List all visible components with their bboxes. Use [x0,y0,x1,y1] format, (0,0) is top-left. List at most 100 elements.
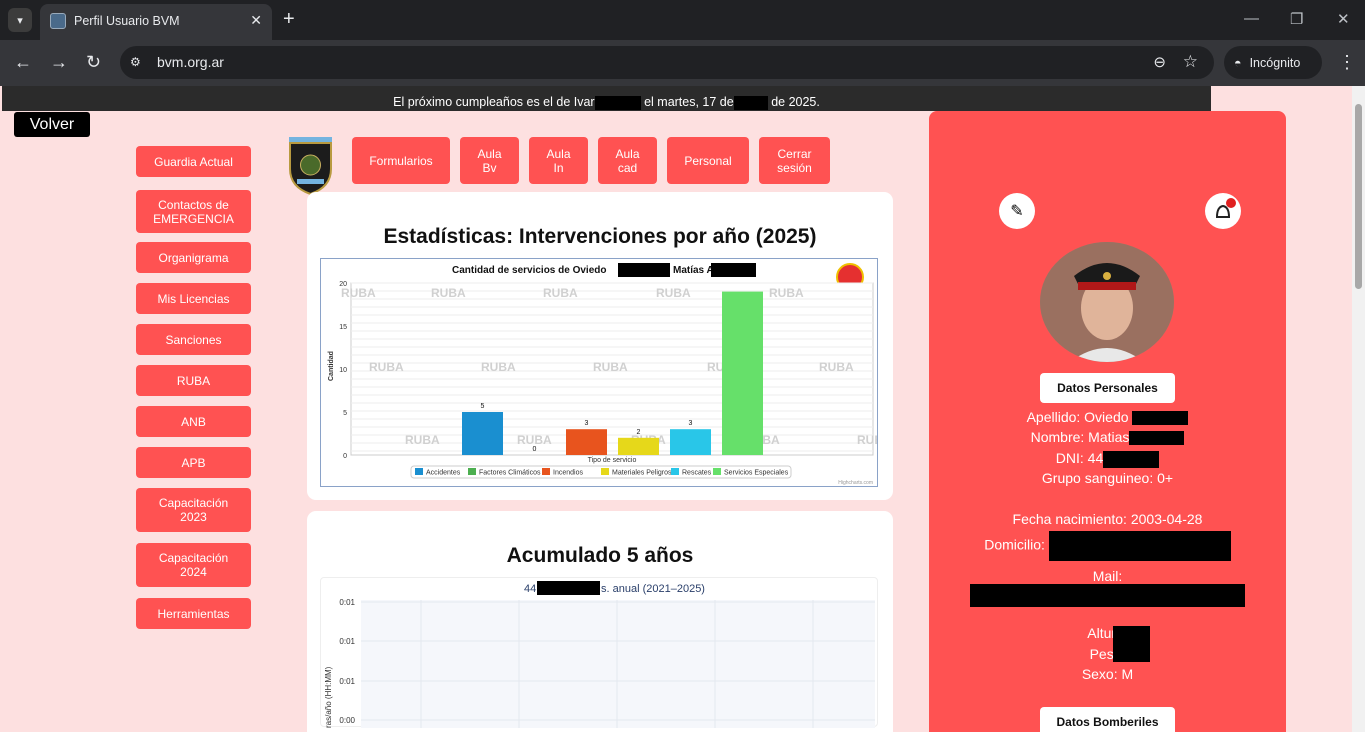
apellido-field: Apellido: Oviedo [929,409,1286,426]
watermark-text: RUBA [593,360,628,374]
address-bar[interactable]: ⚙ bvm.org.ar ⊖ ☆ [120,46,1214,79]
announcement-text-3: de 2025. [771,95,820,109]
redaction [537,581,600,595]
stats-heading: Estadísticas: Intervenciones por año (20… [383,225,817,248]
sidebar-item-anb[interactable]: ANB [136,406,251,437]
watermark-text: RUBA [769,286,804,300]
domicilio-label: Domicilio: [984,536,1045,553]
browser-tab[interactable]: Perfil Usuario BVM ✕ [40,4,272,40]
redaction [1129,431,1185,446]
new-tab-button[interactable]: + [283,8,295,30]
tab-search-button[interactable]: ▾ [8,8,32,32]
chart-title: Cantidad de servicios de Oviedo [452,265,607,276]
legend-swatch [601,468,609,475]
chart-credit: Highcharts.com [838,480,873,486]
redaction [733,95,768,110]
fire-department-shield-logo [289,137,332,195]
chart-bar [618,437,659,455]
y-tick-label: 0:01 [339,637,355,646]
announcement-text-1: El próximo cumpleaños es el de Ivar [393,95,595,109]
scrollbar-thumb[interactable] [1355,104,1362,289]
legend-label: Materiales Peligrosos [612,470,679,477]
fecha-nacimiento-field: Fecha nacimiento: 2003-04-28 [1012,511,1203,527]
close-window-icon[interactable]: ✕ [1337,10,1350,28]
watermark-text: RUBA [543,286,578,300]
minimize-icon[interactable]: — [1244,10,1259,27]
sidebar-item-capacitacion-2024[interactable]: Capacitación 2024 [136,543,251,587]
legend-label: Incendios [553,470,583,477]
browser-menu-icon[interactable]: ⋮ [1338,52,1356,73]
legend-label: Accidentes [426,470,461,477]
nombre-label: Nombre: Matias [1030,429,1130,445]
watermark-text: RUBA [819,360,854,374]
watermark-text: RUBA [431,286,466,300]
site-favicon-icon [50,13,66,29]
browser-tab-bar: ▾ Perfil Usuario BVM ✕ + — ❐ ✕ [0,0,1365,40]
watermark-text: RUBA [517,433,552,447]
reload-icon[interactable]: ↻ [86,52,101,73]
browser-toolbar: ← → ↻ ⚙ bvm.org.ar ⊖ ☆ ◓ Incógnito ⋮ [0,40,1365,86]
mail-value [929,584,1286,607]
tab-close-icon[interactable]: ✕ [250,12,262,29]
restore-icon[interactable]: ❐ [1290,10,1303,28]
sidebar-item-organigrama[interactable]: Organigrama [136,242,251,273]
y-axis-label: Cantidad [328,351,335,381]
plot-area [361,600,875,728]
services-bar-chart: Cantidad de servicios de Oviedo Matías A R… [320,258,892,487]
page-scrollbar[interactable] [1352,86,1365,732]
sidebar-item-herramientas[interactable]: Herramientas [136,598,251,629]
zoom-icon[interactable]: ⊖ [1153,53,1166,71]
bookmark-star-icon[interactable]: ☆ [1183,52,1198,72]
domicilio-field: Domicilio: [929,531,1286,561]
edit-pencil-icon[interactable]: ✎ [999,193,1035,229]
data-label: 5 [481,403,485,410]
nav-formularios[interactable]: Formularios [352,137,450,184]
notification-bell-icon[interactable] [1205,193,1241,229]
legend-swatch [415,468,423,475]
volver-button[interactable]: Volver [14,112,90,137]
chart-bar [670,429,711,455]
legend-label: Servicios Especiales [724,470,789,477]
y-tick-label: 0:00 [339,716,355,725]
sidebar-item-guardia-actual[interactable]: Guardia Actual [136,146,251,177]
bar-chart-svg: Cantidad de servicios de Oviedo Matías A R… [328,263,892,486]
y-tick-label: 10 [339,367,347,374]
watermark-text: RUBA [656,286,691,300]
y-tick-label: 15 [339,324,347,331]
chart-bar [462,412,503,455]
sidebar-item-mis-licencias[interactable]: Mis Licencias [136,283,251,314]
sidebar-item-apb[interactable]: APB [136,447,251,478]
dni-label: DNI: 44 [1055,450,1104,466]
nav-personal[interactable]: Personal [667,137,749,184]
nav-aula-in[interactable]: Aula In [529,137,588,184]
watermark-text: RUBA [857,433,877,447]
y-tick-label: 0:01 [339,598,355,607]
datos-bomberiles-button[interactable]: Datos Bomberiles [1040,707,1175,732]
dni-field: DNI: 44 [929,450,1286,468]
y-tick-label: 0:01 [339,677,355,686]
incognito-indicator[interactable]: ◓ Incógnito [1224,46,1322,79]
nav-cerrar-sesion[interactable]: Cerrar sesión [759,137,830,184]
redaction [1103,450,1160,468]
data-label: 0 [533,446,537,453]
nav-aula-cad[interactable]: Aula cad [598,137,657,184]
nav-aula-bv[interactable]: Aula Bv [460,137,519,184]
stats-card: Estadísticas: Intervenciones por año (20… [307,192,893,500]
url-text: bvm.org.ar [157,54,224,70]
sexo-field: Sexo: M [1081,666,1134,682]
site-info-icon[interactable]: ⚙ [130,55,141,69]
tab-title: Perfil Usuario BVM [74,14,180,28]
watermark-text: RUBA [481,360,516,374]
redaction [594,95,641,110]
sidebar-item-ruba[interactable]: RUBA [136,365,251,396]
data-label: 2 [637,429,641,436]
chart-bar [722,291,763,455]
chart-title-suffix: Matías A [673,265,714,276]
forward-icon[interactable]: → [50,52,68,73]
sidebar-item-contactos-emergencia[interactable]: Contactos de EMERGENCIA [136,190,251,233]
redaction [1113,626,1150,662]
back-icon[interactable]: ← [14,52,32,73]
sidebar-item-sanciones[interactable]: Sanciones [136,324,251,355]
datos-personales-button[interactable]: Datos Personales [1040,373,1175,403]
sidebar-item-capacitacion-2023[interactable]: Capacitación 2023 [136,488,251,532]
